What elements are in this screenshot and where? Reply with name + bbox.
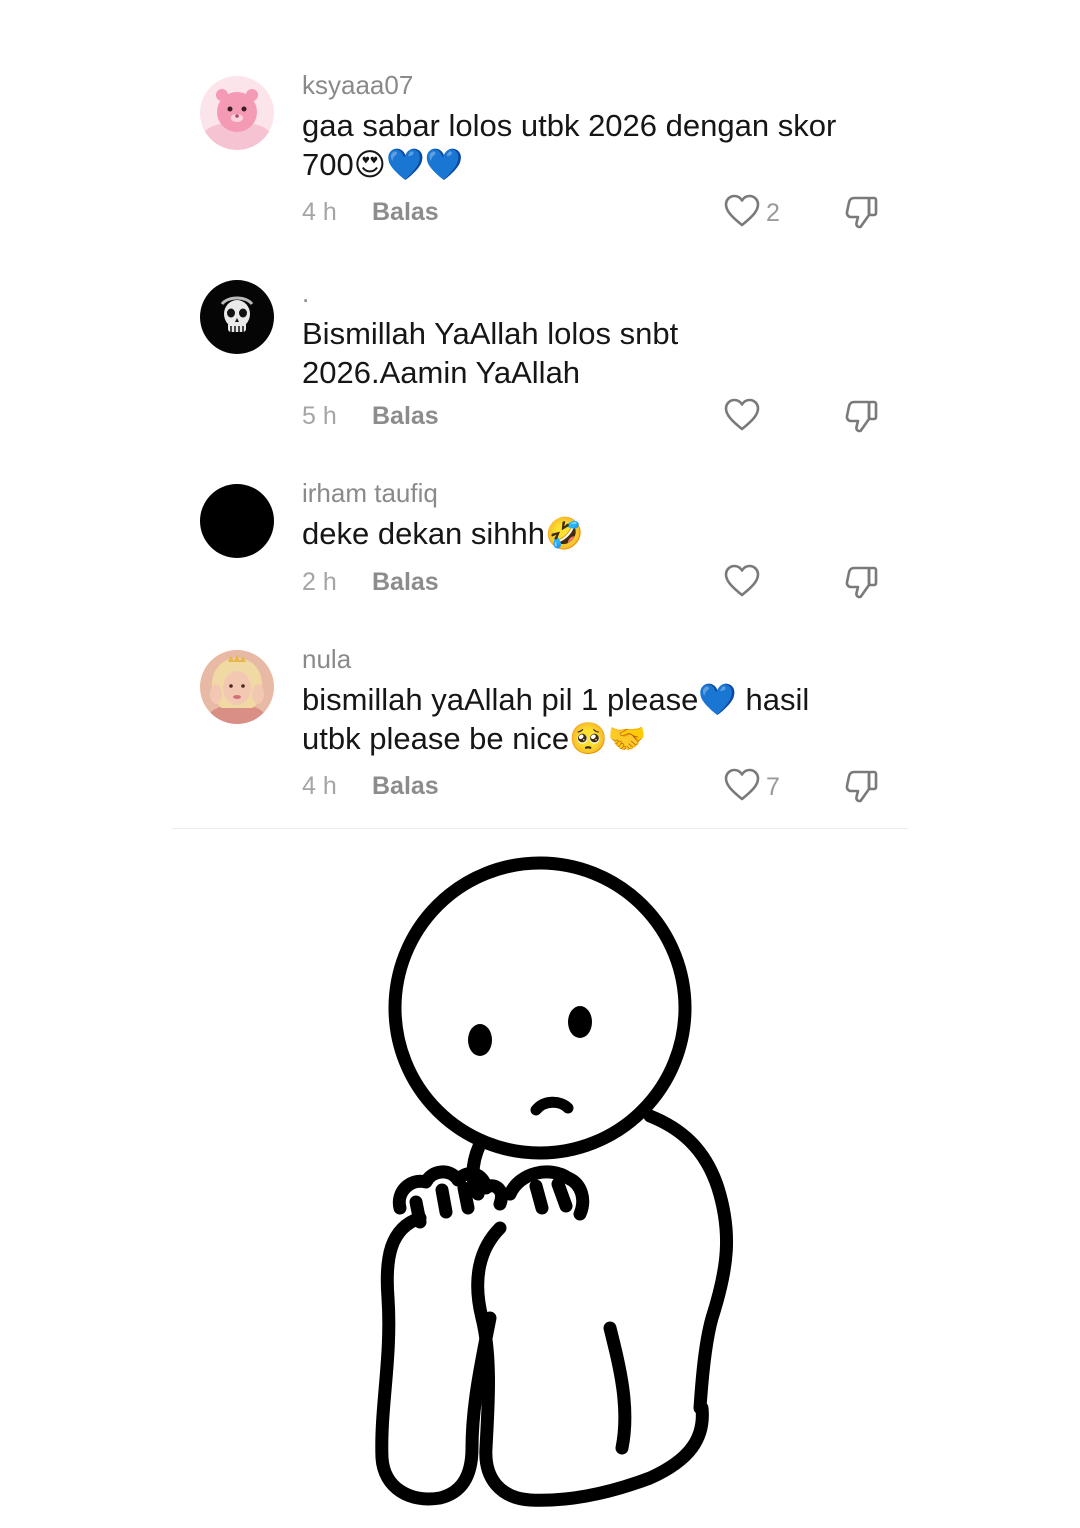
comment-actions: 4 h Balas 7	[302, 768, 902, 804]
like-button[interactable]: 7	[724, 768, 804, 804]
avatar[interactable]	[200, 76, 274, 150]
reply-button[interactable]: Balas	[372, 568, 439, 597]
comment-body: nula bismillah yaAllah pil 1 please💙 has…	[302, 644, 902, 758]
comment-text: deke dekan sihhh🤣	[302, 516, 584, 551]
reply-button[interactable]: Balas	[372, 198, 439, 227]
reply-button[interactable]: Balas	[372, 402, 439, 431]
like-count: 7	[766, 773, 780, 801]
like-button[interactable]: 2	[724, 194, 804, 230]
comment-actions: 4 h Balas 2	[302, 194, 902, 230]
avatar[interactable]	[200, 484, 274, 558]
comment-time: 4 h	[302, 772, 337, 800]
comment-text: gaa sabar lolos utbk 2026 dengan skor 70…	[302, 108, 837, 182]
like-button[interactable]	[724, 398, 804, 434]
dislike-button[interactable]	[844, 564, 884, 600]
dislike-button[interactable]	[844, 768, 884, 804]
heart-outline-icon	[724, 564, 760, 597]
like-count: 2	[766, 199, 780, 227]
pink-character-avatar	[200, 76, 274, 150]
comment-body: . Bismillah YaAllah lolos snbt 2026.Aami…	[302, 278, 902, 392]
skull-avatar	[200, 280, 274, 354]
dislike-button[interactable]	[844, 194, 884, 230]
sad-sitting-figure-illustration	[360, 848, 760, 1518]
like-button[interactable]	[724, 564, 804, 600]
username[interactable]: .	[302, 278, 902, 308]
heart-outline-icon	[724, 398, 760, 431]
divider	[172, 828, 908, 829]
comment-time: 2 h	[302, 568, 337, 596]
sitting-person-drawing	[375, 856, 734, 1507]
black-avatar	[200, 484, 274, 558]
username[interactable]: irham taufiq	[302, 478, 902, 508]
username[interactable]: ksyaaa07	[302, 70, 902, 100]
thumbs-down-icon	[845, 770, 878, 803]
thumbs-down-icon	[845, 400, 878, 433]
comment-time: 5 h	[302, 402, 337, 430]
photo-avatar	[200, 650, 274, 724]
comment-actions: 5 h Balas	[302, 398, 902, 434]
thumbs-down-icon	[845, 196, 878, 229]
thumbs-down-icon	[845, 566, 878, 599]
avatar[interactable]	[200, 280, 274, 354]
comment-text: bismillah yaAllah pil 1 please💙 hasil ut…	[302, 682, 810, 756]
heart-outline-icon	[724, 768, 760, 801]
avatar[interactable]	[200, 650, 274, 724]
comment-actions: 2 h Balas	[302, 564, 902, 600]
comment-body: ksyaaa07 gaa sabar lolos utbk 2026 denga…	[302, 70, 902, 184]
username[interactable]: nula	[302, 644, 902, 674]
reply-button[interactable]: Balas	[372, 772, 439, 801]
comment-text: Bismillah YaAllah lolos snbt 2026.Aamin …	[302, 316, 679, 390]
heart-outline-icon	[724, 194, 760, 227]
dislike-button[interactable]	[844, 398, 884, 434]
comment-time: 4 h	[302, 198, 337, 226]
comment-body: irham taufiq deke dekan sihhh🤣	[302, 478, 902, 553]
